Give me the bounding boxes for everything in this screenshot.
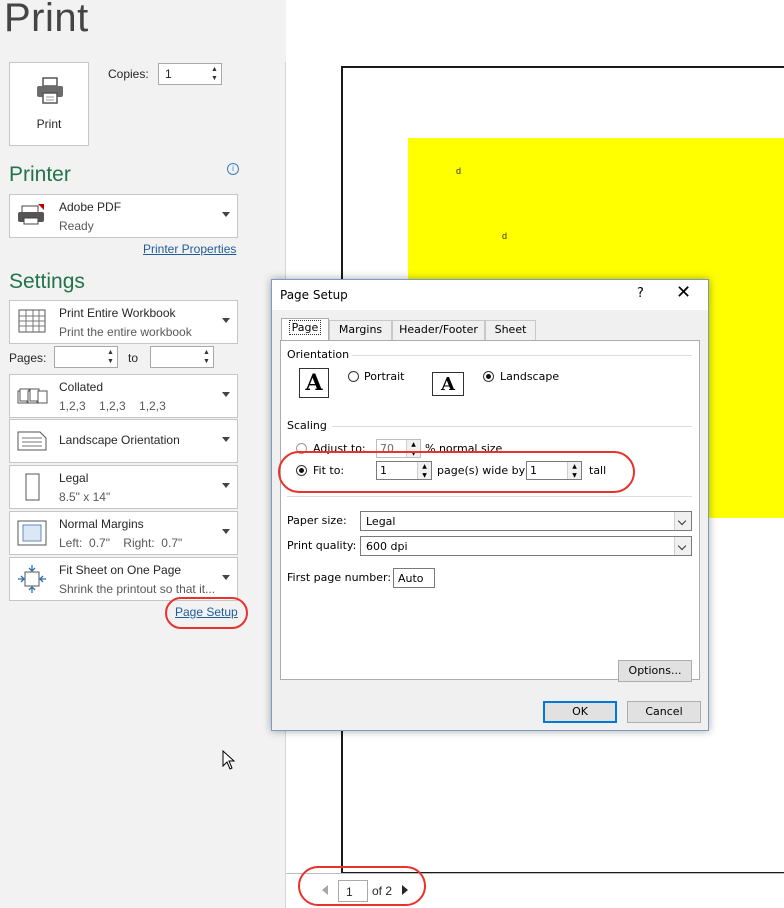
pages-from-stepper[interactable]: ▲ ▼ bbox=[54, 346, 118, 368]
copies-stepper-arrows[interactable]: ▲ ▼ bbox=[209, 65, 220, 83]
tab-sheet[interactable]: Sheet bbox=[485, 320, 536, 340]
cancel-button[interactable]: Cancel bbox=[627, 701, 701, 723]
ok-button[interactable]: OK bbox=[543, 701, 617, 723]
close-icon[interactable]: ✕ bbox=[676, 283, 691, 303]
tab-header-footer[interactable]: Header/Footer bbox=[392, 320, 485, 340]
landscape-radio[interactable] bbox=[483, 371, 494, 382]
collated-icon bbox=[17, 388, 48, 404]
annotation-circle-fit-to bbox=[278, 451, 635, 493]
scaling-subtitle: Shrink the printout so that it... bbox=[59, 582, 216, 596]
orientation-group-line bbox=[352, 355, 692, 356]
settings-heading: Settings bbox=[9, 270, 85, 293]
printer-properties-link[interactable]: Printer Properties bbox=[143, 242, 236, 256]
options-button[interactable]: Options... bbox=[618, 660, 692, 682]
print-button[interactable]: Print bbox=[9, 62, 89, 146]
printer-name: Adobe PDF bbox=[59, 200, 122, 214]
portrait-radio[interactable] bbox=[348, 371, 359, 382]
scaling-dropdown[interactable]: Fit Sheet on One Page Shrink the printou… bbox=[9, 557, 238, 601]
chevron-down-icon bbox=[222, 392, 230, 397]
annotation-circle-page-nav bbox=[298, 866, 426, 906]
paper-page-icon bbox=[25, 473, 40, 501]
paper-subtitle: 8.5" x 14" bbox=[59, 490, 111, 504]
print-quality-label: Print quality: bbox=[287, 539, 357, 552]
scaling-group-line bbox=[332, 426, 692, 427]
margins-title: Normal Margins bbox=[59, 517, 144, 531]
first-page-number-field[interactable]: Auto bbox=[393, 568, 435, 588]
mouse-pointer-icon bbox=[222, 750, 236, 770]
chevron-down-icon bbox=[222, 318, 230, 323]
paper-size-select[interactable]: Legal bbox=[360, 511, 692, 531]
margins-subtitle: Left: 0.7" Right: 0.7" bbox=[59, 536, 183, 550]
scaling-group-label: Scaling bbox=[287, 419, 327, 432]
printer-icon bbox=[37, 77, 63, 104]
chevron-down-icon bbox=[222, 437, 230, 442]
chevron-down-icon[interactable] bbox=[674, 512, 691, 530]
preview-cell-text: d bbox=[502, 231, 508, 241]
dialog-title: Page Setup bbox=[280, 288, 348, 302]
orientation-title: Landscape Orientation bbox=[59, 433, 180, 447]
info-icon[interactable]: i bbox=[227, 163, 239, 175]
print-quality-value: 600 dpi bbox=[366, 540, 408, 553]
page-setup-dialog: Page Setup ? ✕ Page Margins Header/Foote… bbox=[271, 279, 709, 731]
pages-to-arrows[interactable]: ▲ ▼ bbox=[201, 348, 212, 366]
preview-cell-text: d bbox=[456, 166, 462, 176]
orientation-group-label: Orientation bbox=[287, 348, 350, 361]
workbook-grid-icon bbox=[18, 309, 46, 333]
page-title: Print bbox=[4, 0, 89, 40]
copies-stepper[interactable]: 1 ▲ ▼ bbox=[158, 63, 222, 85]
chevron-down-icon bbox=[222, 575, 230, 580]
page-tab-panel bbox=[280, 340, 700, 680]
paper-size-dropdown[interactable]: Legal 8.5" x 14" bbox=[9, 465, 238, 509]
print-button-label: Print bbox=[36, 117, 62, 131]
first-page-number-label: First page number: bbox=[287, 571, 392, 584]
tab-margins[interactable]: Margins bbox=[329, 320, 392, 340]
print-what-dropdown[interactable]: Print Entire Workbook Print the entire w… bbox=[9, 300, 238, 344]
pages-label: Pages: bbox=[9, 351, 47, 365]
pages-to-stepper[interactable]: ▲ ▼ bbox=[150, 346, 214, 368]
orientation-dropdown[interactable]: Landscape Orientation bbox=[9, 419, 238, 463]
chevron-down-icon bbox=[222, 483, 230, 488]
collation-subtitle: 1,2,3 1,2,3 1,2,3 bbox=[59, 399, 166, 413]
fit-to-page-icon bbox=[18, 565, 46, 593]
first-page-number-value: Auto bbox=[398, 572, 424, 585]
help-icon[interactable]: ? bbox=[637, 286, 644, 301]
printer-status: Ready bbox=[59, 219, 94, 233]
tab-page[interactable]: Page bbox=[281, 318, 329, 341]
portrait-icon: A bbox=[299, 368, 329, 398]
landscape-icon: A bbox=[432, 372, 464, 396]
printer-dropdown[interactable]: Adobe PDF Ready bbox=[9, 194, 238, 238]
chevron-down-icon bbox=[222, 212, 230, 217]
pages-to-label: to bbox=[128, 351, 139, 365]
paper-title: Legal bbox=[59, 471, 89, 485]
print-what-title: Print Entire Workbook bbox=[59, 306, 176, 320]
paper-size-value: Legal bbox=[366, 515, 396, 528]
printer-heading: Printer bbox=[9, 163, 71, 186]
paper-size-label: Paper size: bbox=[287, 514, 347, 527]
printer-small-icon bbox=[18, 204, 44, 225]
print-what-subtitle: Print the entire workbook bbox=[59, 325, 192, 339]
landscape-label[interactable]: Landscape bbox=[500, 370, 559, 383]
scaling-title: Fit Sheet on One Page bbox=[59, 563, 182, 577]
print-quality-select[interactable]: 600 dpi bbox=[360, 536, 692, 556]
margins-dropdown[interactable]: Normal Margins Left: 0.7" Right: 0.7" bbox=[9, 511, 238, 555]
annotation-circle-page-setup bbox=[165, 597, 248, 629]
landscape-page-icon bbox=[17, 431, 47, 451]
scaling-bottom-line bbox=[287, 496, 692, 497]
collation-dropdown[interactable]: Collated 1,2,3 1,2,3 1,2,3 bbox=[9, 374, 238, 418]
pages-from-arrows[interactable]: ▲ ▼ bbox=[105, 348, 116, 366]
margins-icon bbox=[17, 520, 47, 546]
portrait-label[interactable]: Portrait bbox=[364, 370, 404, 383]
chevron-down-icon[interactable] bbox=[674, 537, 691, 555]
copies-label: Copies: bbox=[108, 67, 149, 81]
chevron-down-icon bbox=[222, 529, 230, 534]
collation-title: Collated bbox=[59, 380, 104, 394]
copies-value: 1 bbox=[165, 67, 172, 81]
